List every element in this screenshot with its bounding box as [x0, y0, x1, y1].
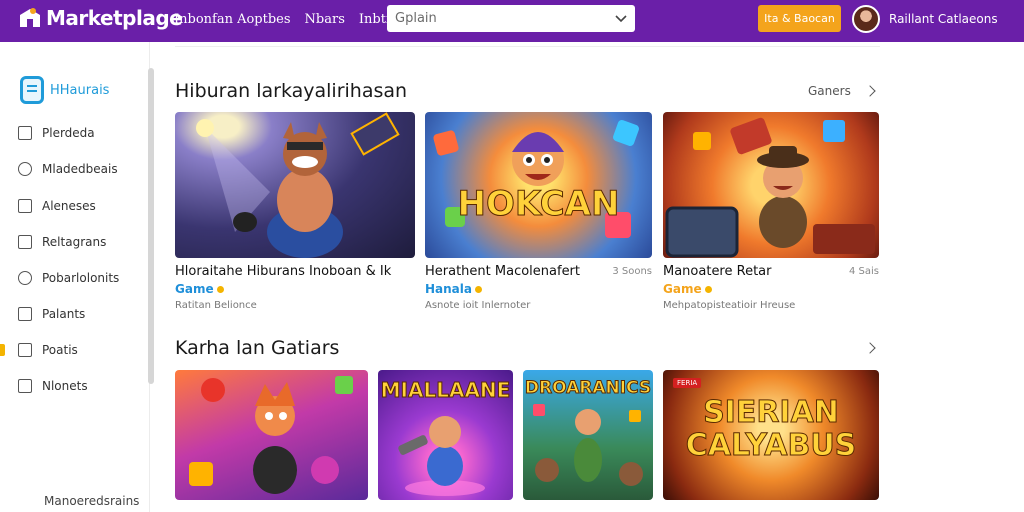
sidebar-brand[interactable]: HHaurais — [20, 76, 109, 104]
sidebar-item-label: Nlonets — [42, 379, 88, 393]
game-card-category: Game — [663, 282, 879, 296]
game-thumbnail: DROARANICS — [523, 370, 653, 500]
cta-button[interactable]: Ita & Baocan — [758, 5, 841, 32]
chevron-down-icon[interactable] — [615, 14, 627, 23]
sidebar-item-label: Aleneses — [42, 199, 96, 213]
sidebar-item-label: Pobarlolonits — [42, 271, 120, 285]
search-box[interactable] — [387, 5, 635, 32]
sidebar-item-4[interactable]: Reltagrans — [18, 235, 106, 249]
sidebar-footer-link[interactable]: Manoeredsrains — [44, 494, 139, 508]
section-more-link[interactable]: Ganers — [808, 84, 851, 98]
game-thumbnail — [663, 112, 879, 258]
box-icon — [18, 379, 32, 393]
game-card-subtitle: Mehpatopisteatioir Hreuse — [663, 300, 796, 311]
category-label: Game — [175, 282, 214, 296]
content-divider — [175, 46, 880, 47]
location-icon — [18, 271, 32, 285]
edit-icon — [18, 235, 32, 249]
sidebar-item-label: Poatis — [42, 343, 78, 357]
game-card-category: Game — [175, 282, 415, 296]
game-card-meta: 4 Sais — [848, 266, 879, 277]
active-indicator — [0, 344, 5, 356]
game-thumbnail: MIALLAANE — [378, 370, 513, 500]
sidebar: HHaurais Plerdeda Mladedbeais Aleneses R… — [0, 42, 150, 512]
store-icon — [20, 8, 40, 27]
sidebar-item-2[interactable]: Mladedbeais — [18, 162, 118, 176]
sidebar-item-8[interactable]: Nlonets — [18, 379, 88, 393]
sidebar-brand-label: HHaurais — [50, 82, 110, 98]
game-card-4[interactable] — [175, 370, 368, 500]
character-illustration — [189, 376, 353, 494]
sidebar-item-label: Plerdeda — [42, 126, 95, 140]
section-title-1: Hiburan larkayalirihasan — [175, 80, 408, 102]
game-card-5[interactable]: MIALLAANE — [378, 370, 513, 500]
character-illustration — [196, 112, 400, 258]
game-logo-text: DROARANICS — [524, 378, 652, 399]
coin-icon — [704, 285, 712, 293]
username[interactable]: Raillant Catlaeons — [889, 12, 998, 26]
sidebar-item-5[interactable]: Pobarlolonits — [18, 271, 119, 285]
game-card-title: Hloraitahe Hiburans Inoboan & Ik — [175, 264, 392, 279]
nav-link-2[interactable]: Nbars — [305, 12, 345, 27]
sidebar-item-1[interactable]: Plerdeda — [18, 126, 95, 140]
top-nav: Inbonfan Aoptbes Nbars Inbtins — [174, 12, 405, 27]
sidebar-item-6[interactable]: Palants — [18, 307, 85, 321]
section-title-2: Karha lan Gatiars — [175, 337, 340, 359]
sidebar-item-label: Mladedbeais — [42, 162, 118, 176]
game-card-meta: 3 Soons — [612, 266, 652, 277]
game-thumbnail — [175, 370, 368, 500]
coin-icon — [475, 285, 482, 293]
file-icon — [18, 199, 32, 213]
nav-link-1[interactable]: Inbonfan Aoptbes — [174, 12, 291, 27]
game-card-subtitle: Ratitan Belionce — [175, 300, 257, 311]
avatar[interactable] — [852, 5, 880, 33]
category-label: Hanala — [425, 282, 472, 296]
game-card-3[interactable]: Manoatere Retar 4 Sais Game Mehpatopiste… — [663, 112, 879, 311]
game-card-category: Hanala — [425, 282, 652, 296]
category-label: Game — [663, 282, 702, 296]
top-bar: Marketplage Inbonfan Aoptbes Nbars Inbti… — [0, 0, 1024, 42]
list-icon — [18, 307, 32, 321]
sidebar-item-label: Palants — [42, 307, 86, 321]
game-logo-text: SIERIAN CALYABUS — [685, 395, 857, 463]
game-card-title: Manoatere Retar — [663, 264, 772, 279]
coin-icon — [216, 285, 224, 293]
brand-logo[interactable]: Marketplage — [18, 6, 183, 30]
character-illustration — [665, 117, 875, 258]
search-input[interactable] — [395, 11, 615, 26]
game-card-subtitle: Asnote ioit Inlernoter — [425, 300, 531, 311]
game-thumbnail: HOKCAN — [425, 112, 652, 258]
game-logo-text: MIALLAANE — [380, 378, 511, 403]
sidebar-scrollbar[interactable] — [148, 68, 154, 384]
game-thumbnail — [175, 112, 415, 258]
app-icon — [20, 76, 44, 104]
chevron-right-icon[interactable] — [864, 85, 876, 97]
sidebar-item-7[interactable]: Poatis — [18, 343, 78, 357]
sidebar-item-label: Reltagrans — [42, 235, 107, 249]
game-card-7[interactable]: FERIA SIERIAN CALYABUS — [663, 370, 879, 500]
chevron-right-icon[interactable] — [864, 342, 876, 354]
game-card-6[interactable]: DROARANICS — [523, 370, 653, 500]
game-logo-text: HOKCAN — [457, 184, 620, 225]
document-icon — [18, 126, 32, 140]
square-icon — [18, 343, 32, 357]
sidebar-item-3[interactable]: Aleneses — [18, 199, 96, 213]
game-card-2[interactable]: HOKCAN Herathent Macolenafert 3 Soons Ha… — [425, 112, 652, 311]
brand-name: Marketplage — [46, 6, 183, 30]
game-thumbnail: FERIA SIERIAN CALYABUS — [663, 370, 879, 500]
feature-badge: FERIA — [673, 378, 702, 388]
user-icon — [18, 162, 32, 176]
game-card-1[interactable]: Hloraitahe Hiburans Inoboan & Ik Game Ra… — [175, 112, 415, 311]
